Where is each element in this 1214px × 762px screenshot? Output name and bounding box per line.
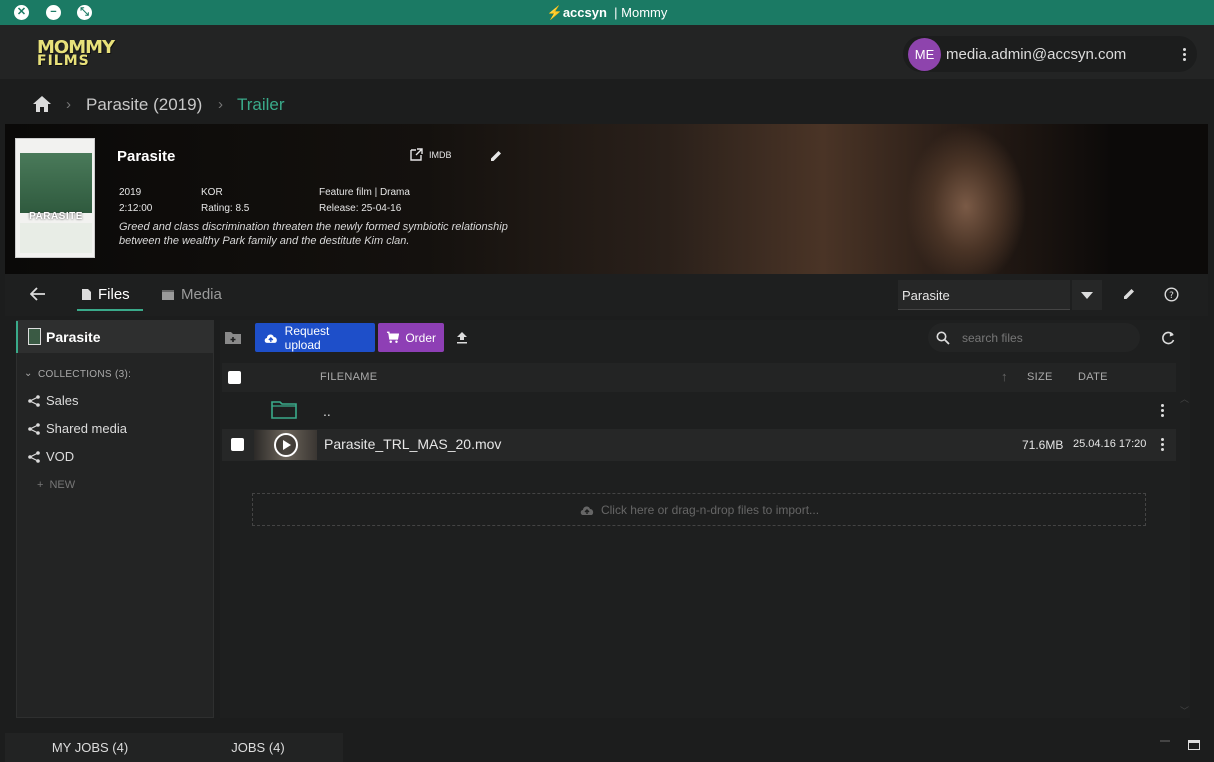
movie-rating: Rating: 8.5 — [201, 203, 250, 214]
tab-media[interactable]: Media — [161, 286, 222, 303]
movie-year: 2019 — [119, 187, 142, 198]
breadcrumb-item-current: Trailer — [237, 95, 285, 114]
home-icon[interactable] — [32, 95, 52, 118]
row-checkbox[interactable] — [231, 438, 244, 451]
tab-media-label: Media — [181, 286, 222, 303]
plus-icon: + — [37, 479, 44, 491]
row-more-icon[interactable] — [1154, 435, 1170, 453]
file-name[interactable]: Parasite_TRL_MAS_20.mov — [324, 436, 501, 452]
film-icon — [162, 289, 174, 300]
upload-icon[interactable] — [454, 329, 470, 345]
request-upload-button[interactable]: Request upload — [255, 323, 375, 352]
avatar[interactable]: ME — [908, 38, 941, 71]
window-title-text: | Mommy — [614, 5, 668, 20]
parent-dir-label: .. — [323, 403, 331, 419]
column-size[interactable]: SIZE — [1027, 371, 1053, 383]
movie-title: Parasite — [117, 148, 176, 165]
share-icon — [28, 394, 40, 407]
edit-movie-icon[interactable] — [488, 148, 504, 164]
maximize-panel-icon[interactable] — [1188, 740, 1200, 750]
column-filename[interactable]: FILENAME — [320, 371, 377, 383]
new-collection-label: NEW — [49, 479, 76, 491]
file-size: 71.6MB — [1022, 438, 1064, 452]
movie-duration: 2:12:00 — [119, 203, 153, 214]
movie-synopsis: Greed and class discrimination threaten … — [119, 221, 508, 247]
poster-title: PARASITE — [29, 211, 83, 222]
search-files[interactable]: search files — [928, 323, 1140, 352]
scroll-down-icon[interactable]: ﹀ — [1180, 704, 1189, 717]
request-upload-label: Request upload — [284, 323, 330, 352]
cart-icon — [386, 331, 400, 344]
sidebar-root-label: Parasite — [46, 329, 101, 345]
sidebar-item-label: VOD — [46, 449, 75, 464]
row-more-icon[interactable] — [1154, 401, 1170, 419]
chevron-down-icon[interactable] — [1072, 280, 1102, 310]
tab-files[interactable]: Files — [81, 286, 130, 303]
minimize-panel-icon[interactable] — [1160, 740, 1170, 742]
folder-icon — [271, 399, 297, 424]
collection-select[interactable]: Parasite — [898, 280, 1070, 310]
chevron-down-icon[interactable]: ⌄ — [24, 368, 32, 379]
movie-release: Release: 25-04-16 — [319, 203, 402, 214]
file-date: 25.04.16 17:20 — [1073, 438, 1147, 450]
imdb-label: IMDB — [429, 149, 452, 160]
window-title: ⚡accsyn | Mommy — [0, 5, 1214, 21]
sort-arrow-up-icon[interactable]: ↑ — [1001, 369, 1008, 384]
chevron-right-icon: › — [218, 96, 223, 113]
select-all-checkbox[interactable] — [228, 371, 241, 384]
back-arrow-icon[interactable] — [28, 284, 48, 304]
share-icon — [28, 422, 40, 435]
app-brand: accsyn — [562, 5, 607, 20]
edit-collection-icon[interactable] — [1121, 286, 1137, 302]
refresh-icon[interactable] — [1160, 330, 1176, 346]
search-input[interactable]: search files — [962, 331, 1023, 345]
sidebar-item-sales[interactable]: Sales — [28, 393, 79, 408]
new-folder-icon[interactable] — [224, 329, 242, 346]
column-date[interactable]: DATE — [1078, 371, 1108, 383]
file-icon — [82, 289, 91, 300]
table-row-parent[interactable] — [222, 394, 1176, 427]
cloud-upload-icon — [580, 505, 594, 515]
user-more-icon[interactable] — [1176, 44, 1192, 64]
order-label: Order — [405, 330, 436, 345]
order-button[interactable]: Order — [378, 323, 444, 352]
banner-backdrop — [870, 124, 1030, 274]
search-icon — [936, 331, 950, 345]
external-link-icon — [410, 148, 423, 161]
imdb-link[interactable]: IMDB — [410, 148, 452, 161]
import-drop-zone[interactable]: Click here or drag-n-drop files to impor… — [252, 493, 1146, 526]
collections-header: COLLECTIONS (3): — [38, 369, 132, 380]
movie-poster: PARASITE — [15, 138, 95, 258]
tab-my-jobs[interactable]: MY JOBS (4) — [5, 733, 175, 762]
sidebar-item-label: Shared media — [46, 421, 127, 436]
tab-jobs[interactable]: JOBS (4) — [173, 733, 343, 762]
drop-zone-label: Click here or drag-n-drop files to impor… — [600, 502, 820, 517]
cloud-upload-icon — [264, 334, 277, 343]
new-collection-button[interactable]: + NEW — [37, 479, 75, 491]
root-thumbnail-icon — [28, 328, 41, 345]
scroll-up-icon[interactable]: ︿ — [1180, 392, 1189, 405]
sidebar-item-shared-media[interactable]: Shared media — [28, 421, 127, 436]
user-email: media.admin@accsyn.com — [946, 46, 1127, 63]
sidebar-item-label: Sales — [46, 393, 79, 408]
chevron-right-icon: › — [66, 96, 71, 113]
tab-active-indicator — [77, 309, 143, 311]
sidebar-item-vod[interactable]: VOD — [28, 449, 74, 464]
breadcrumb-item-title[interactable]: Parasite (2019) — [86, 95, 202, 115]
play-icon[interactable] — [273, 432, 299, 463]
tab-files-label: Files — [98, 286, 130, 303]
movie-country: KOR — [201, 187, 223, 198]
help-icon[interactable]: ? — [1163, 286, 1179, 302]
movie-genre: Feature film | Drama — [319, 187, 410, 198]
share-icon — [28, 450, 40, 463]
bolt-icon: ⚡ — [546, 5, 563, 20]
svg-text:?: ? — [1169, 291, 1174, 301]
company-logo[interactable]: MOMMY FILMS — [37, 39, 117, 69]
